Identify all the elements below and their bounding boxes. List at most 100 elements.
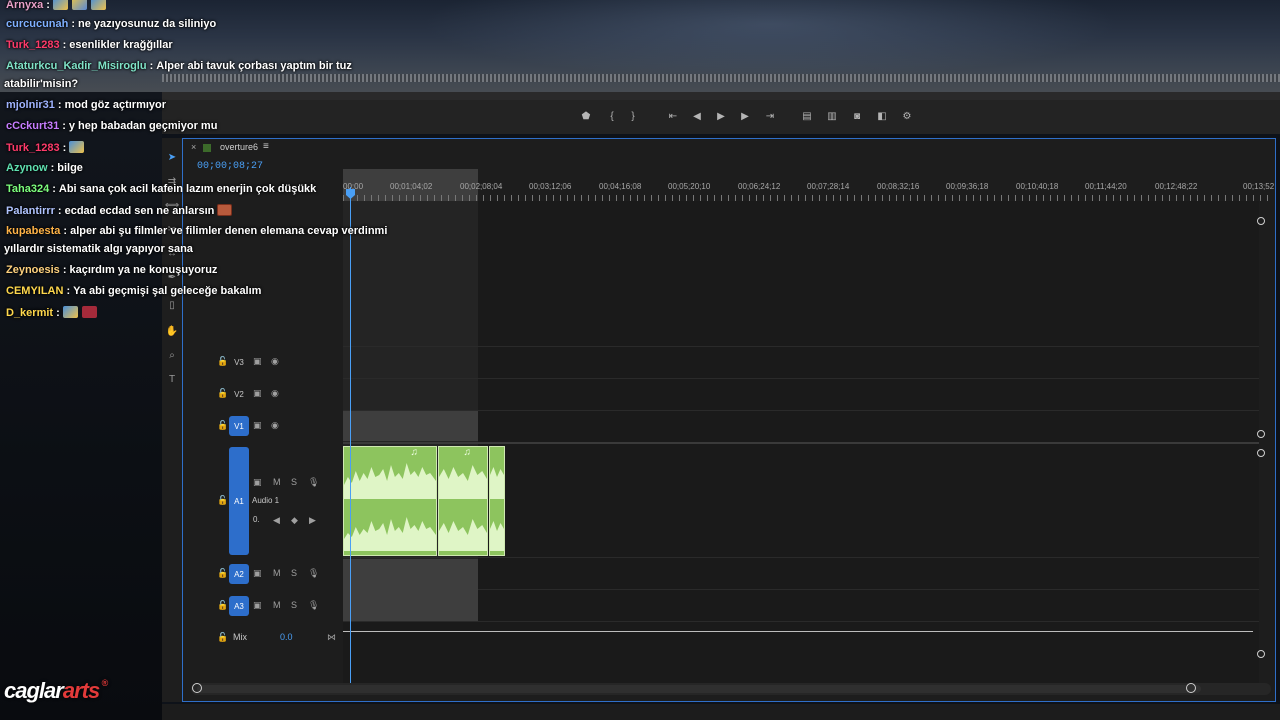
chat-message-continued: yıllardır sistematik algı yapıyor sana [4,243,193,255]
export-frame-icon[interactable]: ◙ [849,108,865,124]
mute-button[interactable]: M [273,477,281,487]
lock-icon[interactable]: 🔓 [217,632,228,643]
go-to-end-icon[interactable]: ⋈ [327,632,336,643]
chat-message: mjolnir31: mod göz açtırmıyor [6,99,167,111]
step-forward-icon[interactable]: ▶ [737,108,753,124]
chat-username: Palantirrr [6,205,55,217]
audio-clip[interactable]: ♫ [343,446,437,556]
audio-clip[interactable] [489,446,505,556]
track-target-v2[interactable]: V2 [229,384,249,404]
horizontal-scrollbar[interactable] [191,683,1271,695]
chat-message: curcucunah: ne yazıyosunuz da siliniyo [6,18,217,30]
solo-button[interactable]: S [291,600,297,610]
zoom-handle-right[interactable] [1186,683,1196,693]
voiceover-icon[interactable]: 🎙 [308,568,319,579]
streamer-logo: caglararts ® [4,678,108,704]
next-keyframe-icon[interactable]: ▶ [309,515,316,526]
mix-label: Mix [233,632,247,642]
audio-scroll-knob-bottom[interactable] [1257,650,1265,658]
music-note-icon: ♫ [463,447,472,458]
solo-button[interactable]: S [291,568,297,578]
chat-text: ne yazıyosunuz da siliniyo [78,18,217,30]
chat-message: kupabesta: alper abi şu filmler ve filiml… [6,225,388,237]
chat-message: D_kermit: [6,306,101,319]
sync-lock-icon[interactable]: ▣ [253,420,262,431]
track-name[interactable]: Audio 1 [252,496,279,505]
chat-message: Taha324: Abi sana çok acil kafein lazım e… [6,183,317,195]
emote-icon [90,0,106,10]
stream-chat: Arnyxa: curcucunah: ne yazıyosunuz da sil… [0,0,420,330]
mix-level-line[interactable] [343,631,1253,632]
prev-keyframe-icon[interactable]: ◀ [273,515,280,526]
lock-icon[interactable]: 🔓 [217,568,228,579]
emote-icon [62,306,78,318]
chat-message: Azynow: bilge [6,162,83,174]
emote-icon [81,306,97,318]
lock-icon[interactable]: 🔓 [217,388,228,399]
extract-icon[interactable]: ▥ [824,108,840,124]
screen: ⬟ { } ⇤ ◀ ▶ ▶ ⇥ ▤ ▥ ◙ ◧ ⚙ ➤ ⇉ ⟺ ✂ ↔ ✒ ▯ … [0,0,1280,720]
eye-icon[interactable]: ◉ [271,388,279,399]
eye-icon[interactable]: ◉ [271,356,279,367]
track-target-a3[interactable]: A3 [229,596,249,616]
sync-lock-icon[interactable]: ▣ [253,568,262,579]
zoom-tool-icon[interactable]: ⌕ [162,350,182,366]
scrollbar-thumb[interactable] [197,685,1201,693]
time-ruler[interactable]: 00;00 00;01;04;02 00;02;08;04 00;03;12;0… [343,169,1275,201]
track-header-v2: 🔓 V2 ▣ ◉ [183,379,343,409]
track-header-a1: 🔓 A1 ▣ M S 🎙 Audio 1 0. ◀ ◆ ▶ [183,447,343,555]
track-header-v3: 🔓 V3 ▣ ◉ [183,347,343,377]
chat-text: y hep babadan geçmiyor mu [68,120,218,132]
track-divider [343,346,1259,347]
ruler-label: 00;13;52 [1243,182,1275,191]
sync-lock-icon[interactable]: ▣ [253,356,262,367]
audio-scroll-knob-top[interactable] [1257,449,1265,457]
mute-button[interactable]: M [273,600,281,610]
track-target-a2[interactable]: A2 [229,564,249,584]
logo-text: caglar [4,678,64,703]
go-to-out-icon[interactable]: ⇥ [762,108,778,124]
track-header-a3: 🔓 A3 ▣ M S 🎙 [183,591,343,621]
sync-lock-icon[interactable]: ▣ [253,600,262,611]
audio-clip[interactable]: ♫ [438,446,488,556]
track-target-a1[interactable]: A1 [229,447,249,555]
chat-text: Abi sana çok acil kafein lazım enerjin ç… [58,183,317,195]
chat-username: Turk_1283 [6,142,60,154]
zoom-handle-left[interactable] [192,683,202,693]
mute-button[interactable]: M [273,568,281,578]
chat-message: Ataturkcu_Kadir_Misiroglu: Alper abi tavu… [6,60,352,72]
comparison-view-icon[interactable]: ◧ [874,108,890,124]
chat-message: Palantirrr: ecdad ecdad sen ne anlarsın [6,204,236,217]
video-scroll-knob-bottom[interactable] [1257,430,1265,438]
marker-icon[interactable]: ⬟ [578,108,594,124]
solo-button[interactable]: S [291,477,297,487]
lock-icon[interactable]: 🔓 [217,600,228,611]
lock-icon[interactable]: 🔓 [217,420,228,431]
chat-username: curcucunah [6,18,69,30]
lock-icon[interactable]: 🔓 [217,356,228,367]
eye-icon[interactable]: ◉ [271,420,279,431]
sync-lock-icon[interactable]: ▣ [253,477,262,488]
voiceover-icon[interactable]: 🎙 [308,477,319,488]
play-icon[interactable]: ▶ [713,108,729,124]
track-target-v3[interactable]: V3 [229,352,249,372]
add-keyframe-icon[interactable]: ◆ [291,515,298,526]
settings-icon[interactable]: ⚙ [899,108,915,124]
step-back-icon[interactable]: ◀ [689,108,705,124]
type-tool-icon[interactable]: T [162,374,182,390]
voiceover-icon[interactable]: 🎙 [308,600,319,611]
chat-username: kupabesta [6,225,61,237]
mark-in-icon[interactable]: { [604,108,620,124]
lock-icon[interactable]: 🔓 [217,495,228,506]
go-to-in-icon[interactable]: ⇤ [665,108,681,124]
logo-mark: ® [101,678,109,688]
music-note-icon: ♫ [410,447,419,458]
sync-lock-icon[interactable]: ▣ [253,388,262,399]
volume-value[interactable]: 0. [253,515,260,524]
video-scroll-knob-top[interactable] [1257,217,1265,225]
lift-icon[interactable]: ▤ [799,108,815,124]
mix-value[interactable]: 0.0 [280,632,293,642]
track-target-v1[interactable]: V1 [229,416,249,436]
waveform [490,467,504,499]
mark-out-icon[interactable]: } [625,108,641,124]
